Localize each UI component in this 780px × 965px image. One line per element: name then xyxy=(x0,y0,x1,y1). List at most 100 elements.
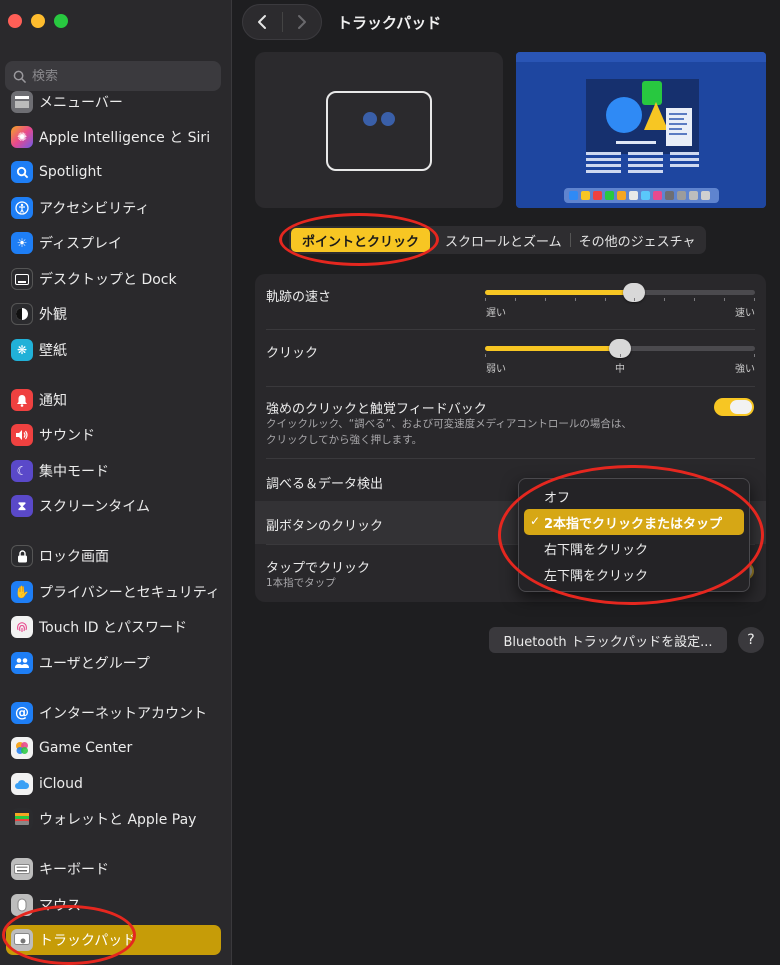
sidebar-item-accessibility[interactable]: アクセシビリティ xyxy=(6,193,221,223)
menu-item-label: オフ xyxy=(544,490,571,506)
slider-tick xyxy=(604,298,606,301)
slider-tick xyxy=(634,298,636,301)
row-divider xyxy=(266,386,755,387)
trackpad-icon xyxy=(11,929,33,951)
checkmark-icon: ✓ xyxy=(530,514,541,528)
sidebar-item-siri[interactable]: ✺ Apple Intelligence と Siri xyxy=(6,122,221,152)
search-input[interactable] xyxy=(32,68,212,84)
menu-item-bottom-right[interactable]: 右下隅をクリック xyxy=(524,535,744,561)
users-icon xyxy=(11,652,33,674)
tap-to-click-label: タップでクリック xyxy=(266,561,371,576)
menubar-icon xyxy=(11,91,33,113)
sidebar-item-label: マウス xyxy=(39,898,81,914)
focus-icon: ☾ xyxy=(11,460,33,482)
back-button[interactable] xyxy=(243,4,282,40)
tracking-speed-slider[interactable] xyxy=(485,283,755,302)
tab-more-gestures[interactable]: その他のジェスチャ xyxy=(571,228,704,252)
sidebar-item-label: ユーザとグループ xyxy=(39,656,150,672)
page-title: トラックパッド xyxy=(337,14,442,32)
sidebar-item-label: トラックパッド xyxy=(39,933,137,949)
at-icon: @ xyxy=(11,702,33,724)
sidebar-item-label: Touch ID とパスワード xyxy=(39,620,187,636)
menu-item-label: 左下隅をクリック xyxy=(544,568,649,584)
sidebar-item-desktop-dock[interactable]: デスクトップと Dock xyxy=(6,264,221,294)
menu-item-label: 右下隅をクリック xyxy=(544,542,649,558)
sidebar-item-users[interactable]: ユーザとグループ xyxy=(6,648,221,678)
sidebar-item-appearance[interactable]: 外観 xyxy=(6,299,221,329)
sidebar: メニューバー ✺ Apple Intelligence と Siri Spotl… xyxy=(0,0,232,965)
sidebar-item-label: Spotlight xyxy=(39,164,102,180)
tracking-speed-min-label: 遅い xyxy=(486,308,506,319)
sidebar-item-lockscreen[interactable]: ロック画面 xyxy=(6,541,221,571)
keyboard-icon xyxy=(11,858,33,880)
sidebar-item-icloud[interactable]: iCloud xyxy=(6,769,221,799)
slider-tick xyxy=(619,354,621,357)
toggle-knob xyxy=(730,400,752,414)
sidebar-item-label: ウォレットと Apple Pay xyxy=(39,812,197,828)
gamecenter-icon xyxy=(11,737,33,759)
chevron-left-icon xyxy=(258,15,267,29)
minimize-window-button[interactable] xyxy=(31,14,45,28)
menu-item-bottom-left[interactable]: 左下隅をクリック xyxy=(524,561,744,587)
sidebar-item-trackpad[interactable]: トラックパッド xyxy=(6,925,221,955)
secondary-click-popup-menu: オフ ✓ 2本指でクリックまたはタップ 右下隅をクリック 左下隅をクリック xyxy=(518,478,750,592)
lookup-label: 調べる＆データ検出 xyxy=(266,477,384,492)
sidebar-item-privacy[interactable]: ✋ プライバシーとセキュリティ xyxy=(6,577,221,607)
sidebar-item-label: 壁紙 xyxy=(39,343,67,359)
sidebar-item-label: デスクトップと Dock xyxy=(39,272,177,288)
sidebar-item-label: iCloud xyxy=(39,776,83,792)
sidebar-item-internet-accounts[interactable]: @ インターネットアカウント xyxy=(6,698,221,728)
sidebar-item-wallpaper[interactable]: ❋ 壁紙 xyxy=(6,335,221,365)
menu-item-label: 2本指でクリックまたはタップ xyxy=(544,516,723,532)
close-window-button[interactable] xyxy=(8,14,22,28)
sidebar-item-display[interactable]: ☀ ディスプレイ xyxy=(6,228,221,258)
sidebar-item-focus[interactable]: ☾ 集中モード xyxy=(6,456,221,486)
tab-point-click[interactable]: ポイントとクリック xyxy=(291,228,431,252)
forward-button[interactable] xyxy=(282,4,321,40)
sidebar-item-label: 外観 xyxy=(39,307,67,323)
sound-icon xyxy=(11,424,33,446)
lock-icon xyxy=(11,545,33,567)
tab-scroll-zoom[interactable]: スクロールとズーム xyxy=(437,228,570,252)
sidebar-item-notifications[interactable]: 通知 xyxy=(6,385,221,415)
notifications-icon xyxy=(11,389,33,411)
gesture-preview-screen xyxy=(516,52,766,208)
sidebar-item-menubar[interactable]: メニューバー xyxy=(6,87,221,117)
menu-item-off[interactable]: オフ xyxy=(524,483,744,509)
sidebar-item-keyboard[interactable]: キーボード xyxy=(6,854,221,884)
slider-tick xyxy=(514,298,516,301)
tracking-speed-label: 軌跡の速さ xyxy=(266,290,332,305)
finger-dot xyxy=(381,112,395,126)
sidebar-item-screentime[interactable]: ⧗ スクリーンタイム xyxy=(6,491,221,521)
click-max-label: 強い xyxy=(735,364,755,375)
menu-item-two-finger[interactable]: ✓ 2本指でクリックまたはタップ xyxy=(524,509,744,535)
sidebar-item-gamecenter[interactable]: Game Center xyxy=(6,733,221,763)
search-icon xyxy=(13,70,26,83)
zoom-window-button[interactable] xyxy=(54,14,68,28)
appearance-icon xyxy=(11,303,33,325)
sidebar-item-label: 通知 xyxy=(39,393,67,409)
click-pressure-slider[interactable] xyxy=(485,339,755,358)
sidebar-item-sound[interactable]: サウンド xyxy=(6,420,221,450)
sidebar-item-spotlight[interactable]: Spotlight xyxy=(6,157,221,187)
sidebar-item-label: スクリーンタイム xyxy=(39,499,151,515)
help-button[interactable]: ? xyxy=(738,627,764,653)
sidebar-item-label: インターネットアカウント xyxy=(39,706,207,722)
screentime-icon: ⧗ xyxy=(11,495,33,517)
slider-fill xyxy=(485,290,634,295)
bluetooth-setup-button[interactable]: Bluetooth トラックパッドを設定... xyxy=(489,627,727,653)
mouse-icon xyxy=(11,894,33,916)
fingerprint-icon xyxy=(11,616,33,638)
slider-tick xyxy=(485,298,486,301)
navigation-buttons xyxy=(242,4,322,40)
force-click-toggle[interactable] xyxy=(714,398,754,416)
sidebar-item-wallet[interactable]: ウォレットと Apple Pay xyxy=(6,804,221,834)
sidebar-item-label: Apple Intelligence と Siri xyxy=(39,130,211,146)
slider-ticks xyxy=(485,298,755,302)
accessibility-icon xyxy=(11,197,33,219)
tracking-speed-max-label: 速い xyxy=(735,308,755,319)
sidebar-item-touchid[interactable]: Touch ID とパスワード xyxy=(6,612,221,642)
sidebar-item-label: Game Center xyxy=(39,740,133,756)
sidebar-item-mouse[interactable]: マウス xyxy=(6,890,221,920)
tab-bar: ポイントとクリック スクロールとズーム その他のジェスチャ xyxy=(289,226,706,254)
